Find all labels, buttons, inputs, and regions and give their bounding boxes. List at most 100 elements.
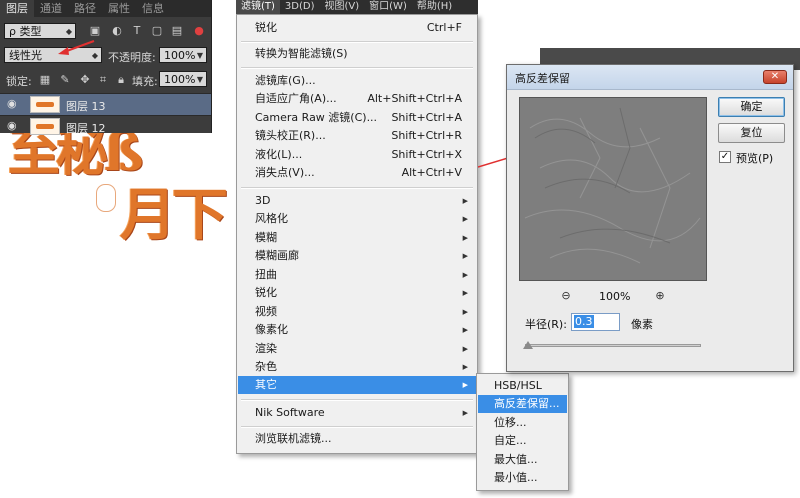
menu-item-group-stylize[interactable]: 风格化 ▶	[238, 210, 476, 228]
submenu-arrow-icon: ▶	[462, 252, 468, 260]
menu-window[interactable]: 窗口(W)	[364, 0, 412, 14]
menu-item-label: 锐化	[255, 286, 277, 299]
fill-input[interactable]: 100% ▼	[159, 71, 207, 87]
zoom-out-icon[interactable]: ⊖	[559, 289, 573, 303]
fill-value: 100%	[164, 73, 196, 86]
menu-filter[interactable]: 滤镜(T)	[236, 0, 280, 14]
menu-item-filter-gallery[interactable]: 滤镜库(G)...	[238, 72, 476, 90]
menu-item-adaptive-wide-angle[interactable]: 自适应广角(A)... Alt+Shift+Ctrl+A	[238, 90, 476, 108]
submenu-arrow-icon: ▶	[462, 363, 468, 371]
layer-filter-select[interactable]: ρ 类型 ◆	[4, 23, 76, 39]
menu-3d[interactable]: 3D(D)	[280, 0, 320, 14]
menu-item-label: 液化(L)...	[255, 148, 303, 161]
menu-item-label: 转换为智能滤镜(S)	[255, 47, 348, 60]
tab-properties[interactable]: 属性	[102, 0, 136, 17]
menu-item-group-other[interactable]: 其它 ▶	[238, 376, 476, 394]
menu-item-label: 像素化	[255, 323, 288, 336]
smart-object-filter-icon[interactable]: ▤	[170, 24, 184, 38]
preview-checkbox[interactable]: ✓	[719, 151, 731, 163]
menu-item-group-sharpen[interactable]: 锐化 ▶	[238, 284, 476, 302]
menu-item-group-3d[interactable]: 3D ▶	[238, 192, 476, 210]
submenu-item-label: HSB/HSL	[494, 379, 542, 392]
menu-item-group-distort[interactable]: 扭曲 ▶	[238, 266, 476, 284]
menu-item-lens-correction[interactable]: 镜头校正(R)... Shift+Ctrl+R	[238, 127, 476, 145]
reset-button[interactable]: 复位	[718, 123, 785, 143]
menu-item-last-filter[interactable]: 锐化 Ctrl+F	[238, 19, 476, 37]
menu-item-group-video[interactable]: 视频 ▶	[238, 303, 476, 321]
visibility-eye-icon[interactable]: ◉	[7, 120, 21, 132]
submenu-item-high-pass[interactable]: 高反差保留...	[478, 395, 567, 413]
radius-slider-track[interactable]	[525, 344, 701, 347]
layer-row-13[interactable]: ◉ 图层 13	[0, 93, 211, 115]
radius-slider-thumb[interactable]	[523, 341, 533, 349]
submenu-item-minimum[interactable]: 最小值...	[478, 469, 567, 487]
ok-button[interactable]: 确定	[718, 97, 785, 117]
filter-dropdown-menu: 锐化 Ctrl+F 转换为智能滤镜(S) 滤镜库(G)... 自适应广角(A).…	[236, 14, 478, 454]
lock-all-icon[interactable]: 🔒︎	[114, 73, 128, 87]
menu-item-label: 扭曲	[255, 268, 277, 281]
submenu-item-label: 自定...	[494, 434, 527, 447]
lock-position-icon[interactable]: ✥	[78, 73, 92, 87]
image-filter-icon[interactable]: ▣	[88, 24, 102, 38]
zoom-in-icon[interactable]: ⊕	[653, 289, 667, 303]
submenu-item-hsb-hsl[interactable]: HSB/HSL	[478, 377, 567, 395]
menu-item-label: 风格化	[255, 212, 288, 225]
submenu-arrow-icon: ▶	[462, 197, 468, 205]
submenu-item-label: 位移...	[494, 416, 527, 429]
menu-item-label: 自适应广角(A)...	[255, 92, 337, 105]
lock-artboard-icon[interactable]: ⌗	[96, 73, 110, 87]
adjustment-filter-icon[interactable]: ◐	[110, 24, 124, 38]
tab-channels[interactable]: 通道	[34, 0, 68, 17]
opacity-input[interactable]: 100% ▼	[159, 47, 207, 63]
menu-item-camera-raw[interactable]: Camera Raw 滤镜(C)... Shift+Ctrl+A	[238, 109, 476, 127]
menu-item-group-blur-gallery[interactable]: 模糊画廊 ▶	[238, 247, 476, 265]
menu-item-group-pixelate[interactable]: 像素化 ▶	[238, 321, 476, 339]
menu-item-convert-smart-filter[interactable]: 转换为智能滤镜(S)	[238, 45, 476, 63]
submenu-item-offset[interactable]: 位移...	[478, 414, 567, 432]
layer-thumbnail	[30, 118, 60, 135]
visibility-eye-icon[interactable]: ◉	[7, 98, 21, 110]
menu-item-label: 其它	[255, 378, 277, 391]
close-icon[interactable]: ✕	[763, 70, 787, 84]
menu-item-label: 浏览联机滤镜...	[255, 432, 332, 445]
menu-item-label: 模糊	[255, 231, 277, 244]
tab-info[interactable]: 信息	[136, 0, 170, 17]
submenu-item-custom[interactable]: 自定...	[478, 432, 567, 450]
menu-item-nik-software[interactable]: Nik Software ▶	[238, 404, 476, 422]
menu-item-label: 镜头校正(R)...	[255, 129, 326, 142]
menu-separator	[241, 187, 473, 189]
filter-preview[interactable]	[519, 97, 707, 281]
menu-help[interactable]: 帮助(H)	[412, 0, 457, 14]
type-filter-icon[interactable]: T	[130, 24, 144, 38]
menu-view[interactable]: 视图(V)	[320, 0, 365, 14]
menu-item-browse-online[interactable]: 浏览联机滤镜...	[238, 430, 476, 448]
menu-item-shortcut: Shift+Ctrl+A	[391, 111, 462, 124]
filter-toggle-icon[interactable]: ●	[192, 24, 206, 38]
dialog-titlebar[interactable]: 高反差保留 ✕	[507, 65, 793, 90]
submenu-arrow-icon: ▶	[462, 409, 468, 417]
menu-item-vanishing-point[interactable]: 消失点(V)... Alt+Ctrl+V	[238, 164, 476, 182]
menu-item-liquify[interactable]: 液化(L)... Shift+Ctrl+X	[238, 146, 476, 164]
radius-input[interactable]: 0.3	[571, 313, 620, 331]
tab-paths[interactable]: 路径	[68, 0, 102, 17]
layer-filter-label: ρ 类型	[9, 25, 42, 38]
radius-unit: 像素	[631, 318, 653, 331]
layer-thumbnail	[30, 96, 60, 113]
menu-item-shortcut: Ctrl+F	[426, 21, 462, 34]
submenu-arrow-icon: ▶	[462, 215, 468, 223]
lock-transparency-icon[interactable]: ▦	[38, 73, 52, 87]
tab-layers[interactable]: 图层	[0, 0, 34, 17]
submenu-item-maximum[interactable]: 最大值...	[478, 451, 567, 469]
preview-checkbox-label: 预览(P)	[736, 152, 774, 165]
menu-item-group-render[interactable]: 渲染 ▶	[238, 340, 476, 358]
menu-item-group-noise[interactable]: 杂色 ▶	[238, 358, 476, 376]
menu-item-group-blur[interactable]: 模糊 ▶	[238, 229, 476, 247]
submenu-arrow-icon: ▶	[462, 271, 468, 279]
menu-separator	[241, 399, 473, 401]
panel-tabs: 图层 通道 路径 属性 信息	[0, 0, 211, 17]
shape-filter-icon[interactable]: ▢	[150, 24, 164, 38]
layer-row-12[interactable]: ◉ 图层 12	[0, 115, 211, 137]
menu-item-shortcut: Shift+Ctrl+R	[391, 129, 462, 142]
lock-pixels-icon[interactable]: ✎	[58, 73, 72, 87]
menu-item-label: 锐化	[255, 21, 277, 34]
